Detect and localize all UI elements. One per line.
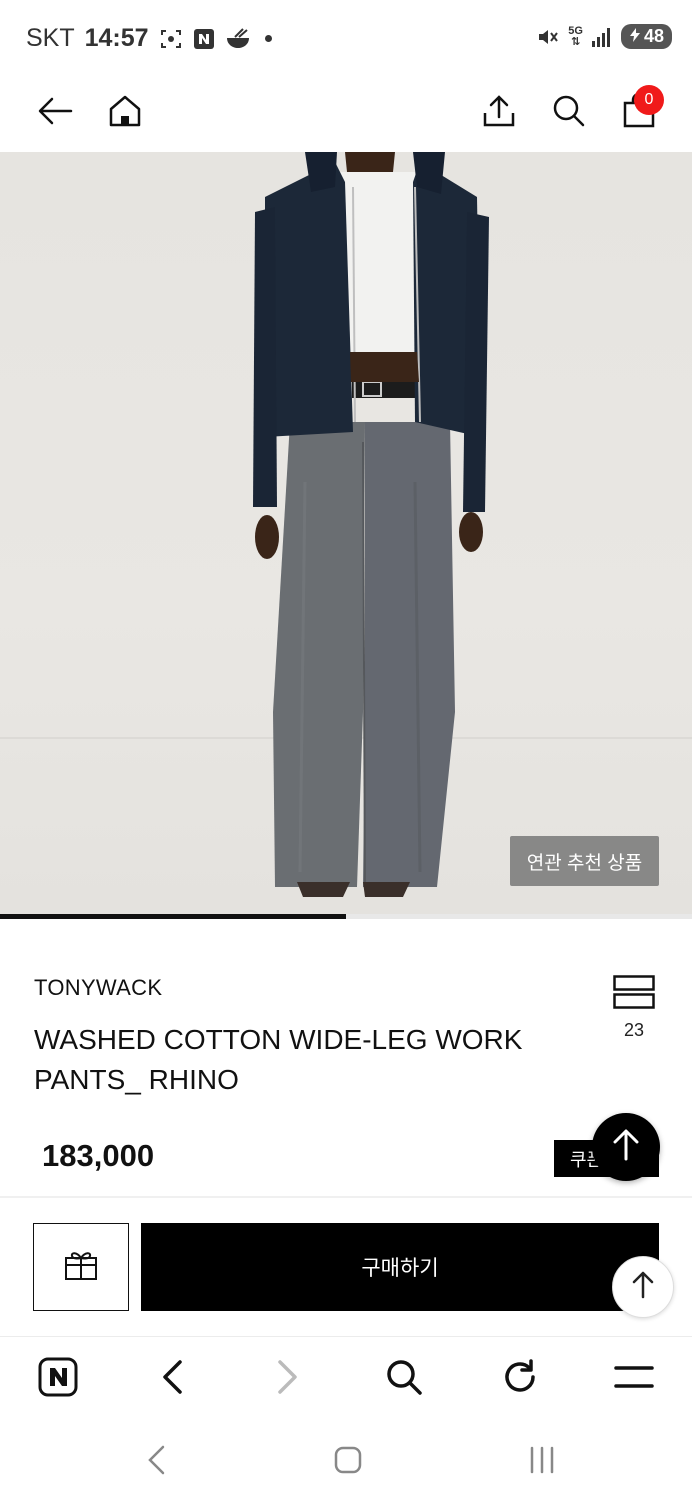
- carrier-label: SKT: [26, 24, 75, 52]
- mute-icon: [536, 25, 560, 49]
- naver-home-button[interactable]: [36, 1357, 80, 1401]
- chevron-left-icon: [146, 1444, 166, 1481]
- back-button[interactable]: [30, 88, 80, 138]
- search-button[interactable]: [544, 88, 594, 138]
- home-square-icon: [333, 1445, 363, 1480]
- arrow-up-icon: [612, 1129, 640, 1166]
- gift-button[interactable]: [33, 1223, 129, 1311]
- search-icon: [385, 1358, 423, 1401]
- naver-app-icon: [193, 28, 215, 50]
- bookmark-icon: [613, 975, 655, 1013]
- network-label: 5G: [568, 24, 583, 37]
- screenshot-icon: [159, 27, 183, 51]
- bowl-icon: [225, 27, 251, 51]
- recents-icon: [527, 1446, 557, 1479]
- hamburger-menu-icon: [614, 1364, 654, 1395]
- android-navigation-bar: [0, 1420, 692, 1500]
- back-arrow-icon: [37, 96, 73, 131]
- signal-icon: [591, 26, 613, 48]
- gift-icon: [64, 1249, 98, 1286]
- battery-level: 48: [643, 26, 664, 46]
- android-home-button[interactable]: [326, 1440, 370, 1484]
- product-model-photo: [253, 152, 489, 897]
- clock: 14:57: [84, 24, 149, 52]
- notification-dot: [264, 35, 272, 42]
- app-header: 0: [0, 78, 692, 152]
- browser-back-button[interactable]: [150, 1357, 194, 1401]
- home-icon: [108, 94, 142, 133]
- cart-button[interactable]: 0: [614, 85, 664, 138]
- browser-scroll-top-button[interactable]: [612, 1256, 674, 1318]
- product-price: 183,000: [42, 1138, 155, 1173]
- browser-refresh-button[interactable]: [498, 1357, 542, 1401]
- status-bar: SKT 14:57 5G ⇅ 48: [0, 0, 692, 78]
- network-icon: 5G ⇅: [568, 24, 583, 48]
- product-title: WASHED COTTON WIDE-LEG WORK PANTS_ RHINO: [34, 1024, 523, 1095]
- refresh-icon: [501, 1358, 539, 1401]
- related-products-button[interactable]: 연관 추천 상품: [510, 836, 659, 886]
- product-image-gallery[interactable]: 연관 추천 상품: [0, 152, 692, 917]
- scroll-to-top-button[interactable]: [592, 1113, 660, 1181]
- search-icon: [552, 94, 586, 133]
- like-count: 23: [623, 1020, 645, 1040]
- browser-forward-button[interactable]: [266, 1357, 310, 1401]
- share-icon: [482, 94, 516, 133]
- brand-name[interactable]: TONYWACK: [34, 975, 162, 1001]
- naver-icon: [38, 1357, 78, 1402]
- battery-indicator: 48: [620, 24, 672, 49]
- buy-button[interactable]: 구매하기: [141, 1223, 659, 1311]
- share-button[interactable]: [474, 88, 524, 138]
- chevron-left-icon: [160, 1359, 184, 1400]
- battery-icon: [629, 26, 641, 47]
- browser-menu-button[interactable]: [612, 1357, 656, 1401]
- gallery-progress-fill: [0, 914, 346, 919]
- browser-search-button[interactable]: [382, 1357, 426, 1401]
- gallery-progress: [0, 914, 692, 919]
- section-divider: [0, 1196, 692, 1198]
- like-button[interactable]: 23: [608, 975, 660, 1041]
- arrow-up-icon: [631, 1271, 655, 1304]
- cart-count-badge: 0: [634, 85, 664, 115]
- browser-toolbar: [0, 1336, 692, 1420]
- android-back-button[interactable]: [134, 1440, 178, 1484]
- chevron-right-icon: [276, 1359, 300, 1400]
- home-button[interactable]: [100, 88, 150, 138]
- android-recents-button[interactable]: [520, 1440, 564, 1484]
